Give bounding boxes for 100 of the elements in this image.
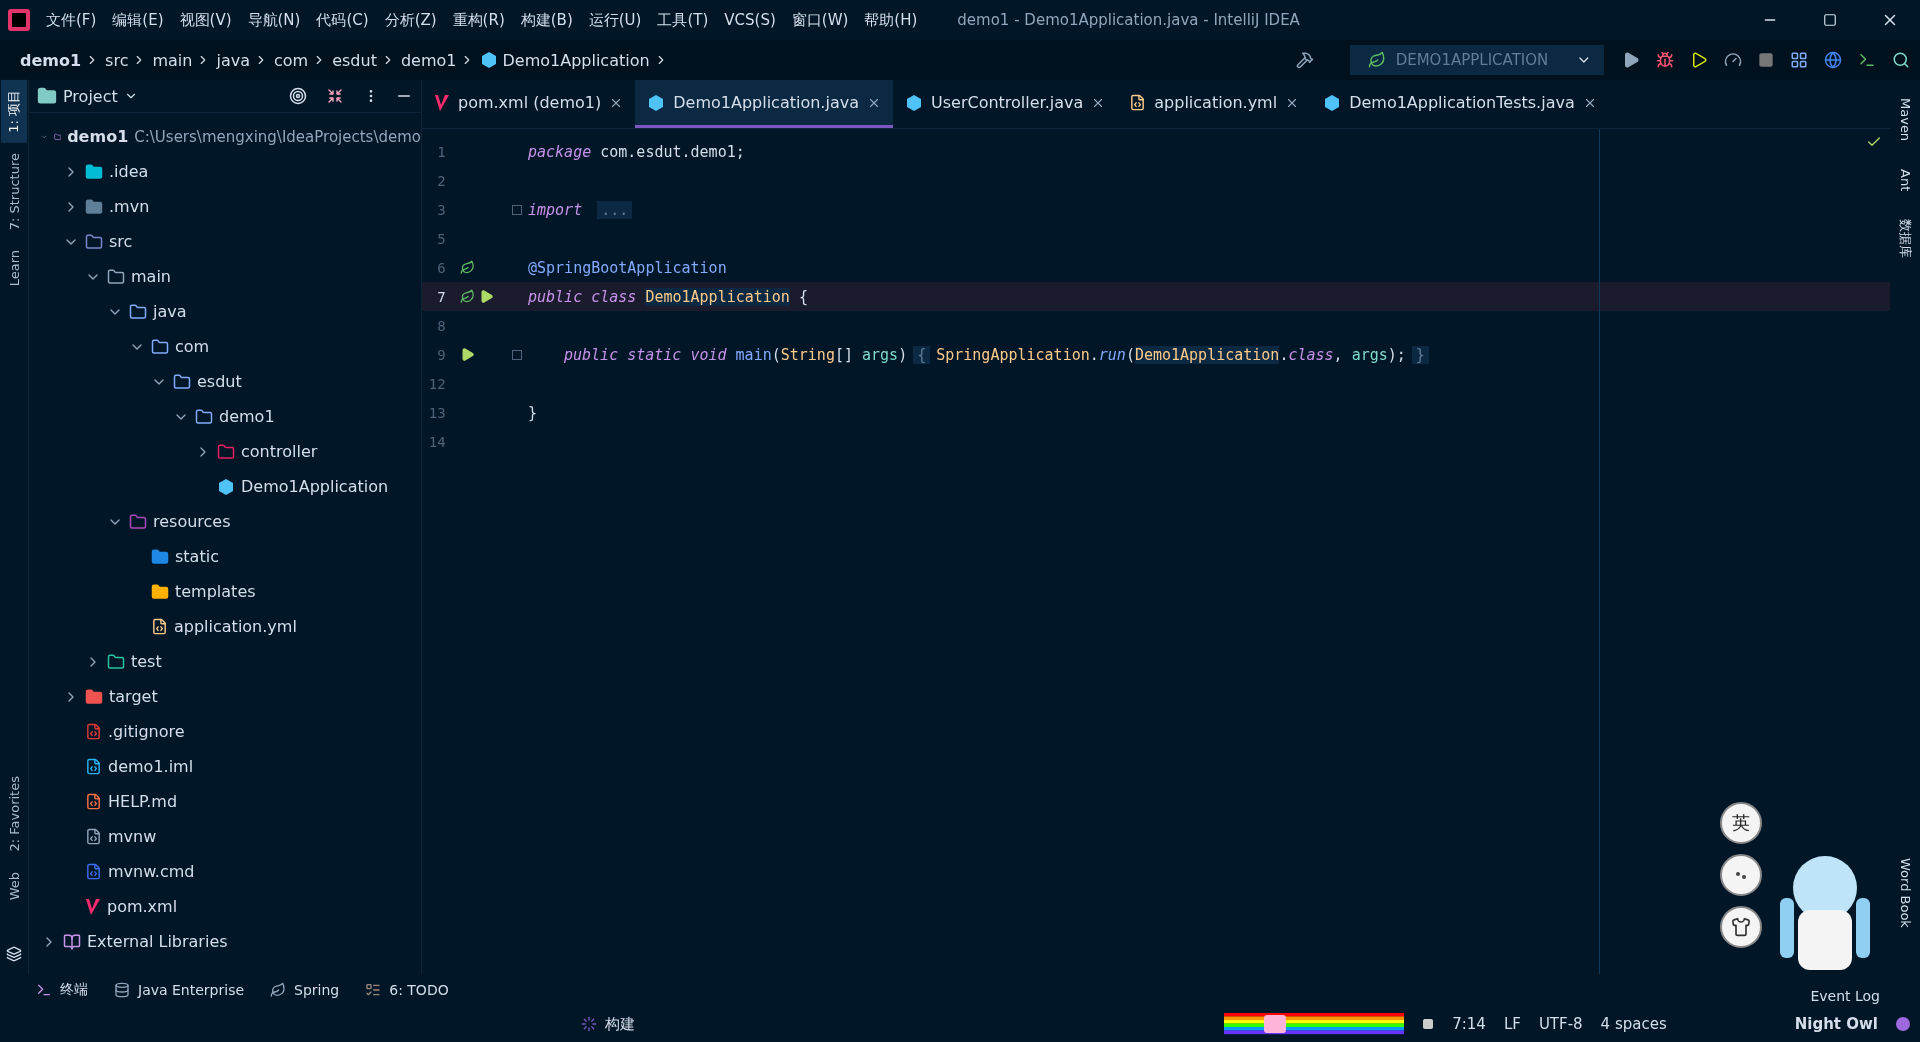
- tree-item[interactable]: pom.xml: [107, 897, 178, 916]
- tree-item[interactable]: com: [175, 337, 210, 356]
- menu-item[interactable]: 导航(N): [239, 10, 309, 30]
- locate-icon[interactable]: [289, 87, 307, 105]
- bean-icon[interactable]: [459, 260, 475, 275]
- terminal-icon[interactable]: [1858, 51, 1876, 69]
- debug-icon[interactable]: [1656, 51, 1674, 69]
- run-icon[interactable]: [1622, 51, 1640, 69]
- menu-item[interactable]: 工具(T): [649, 10, 717, 30]
- breadcrumb-item[interactable]: src: [105, 50, 129, 70]
- editor-tab[interactable]: Demo1ApplicationTests.java: [1311, 80, 1609, 128]
- breadcrumb-item[interactable]: Demo1Application: [502, 50, 650, 70]
- status-item[interactable]: 4 spaces: [1600, 1015, 1667, 1033]
- folder-icon: [85, 687, 103, 706]
- tree-item[interactable]: .mvn: [109, 197, 150, 216]
- search-icon[interactable]: [1892, 51, 1910, 69]
- tool-window-tab[interactable]: Maven: [1897, 92, 1913, 148]
- run-gutter-icon[interactable]: [478, 289, 494, 304]
- editor-tab[interactable]: application.yml: [1117, 80, 1312, 128]
- menu-item[interactable]: 文件(F): [38, 10, 105, 30]
- class-icon: [480, 51, 499, 69]
- tool-window-tab[interactable]: Web: [2, 861, 26, 910]
- tree-item[interactable]: demo1: [67, 127, 129, 146]
- breadcrumb-item[interactable]: main: [152, 50, 193, 70]
- restore-icon[interactable]: [1823, 13, 1837, 27]
- tree-item[interactable]: static: [175, 547, 219, 566]
- tool-window-tab[interactable]: 7: Structure: [2, 142, 26, 241]
- run-gutter-icon[interactable]: [459, 347, 475, 362]
- tool-window-tab[interactable]: 数据库: [1896, 213, 1914, 265]
- status-dot: [1896, 1017, 1910, 1031]
- layers-icon[interactable]: [6, 946, 22, 962]
- panel-title[interactable]: Project: [63, 86, 118, 106]
- tree-item[interactable]: External Libraries: [87, 932, 228, 951]
- language-button[interactable]: 英: [1720, 802, 1762, 844]
- event-log-button[interactable]: Event Log: [1810, 988, 1880, 1004]
- folder-icon: [85, 232, 103, 251]
- tree-item[interactable]: mvnw: [108, 827, 157, 846]
- status-item[interactable]: UTF-8: [1538, 1015, 1583, 1033]
- editor-tab[interactable]: pom.xml (demo1): [422, 80, 636, 128]
- code-line: public class Demo1Application {: [528, 287, 808, 306]
- build-icon[interactable]: [1296, 51, 1314, 69]
- fold-icon[interactable]: [512, 349, 522, 360]
- status-item[interactable]: 7:14: [1452, 1015, 1486, 1033]
- tool-window-tab[interactable]: Ant: [1897, 163, 1913, 198]
- tree-item[interactable]: .idea: [109, 162, 149, 181]
- fold-icon[interactable]: [512, 204, 522, 215]
- maven-icon: [85, 897, 101, 916]
- collapse-all-icon[interactable]: [327, 88, 343, 104]
- menu-item[interactable]: 运行(U): [580, 10, 650, 30]
- tree-item[interactable]: mvnw.cmd: [108, 862, 195, 881]
- tree-item[interactable]: resources: [153, 512, 231, 531]
- file-icon: [85, 723, 102, 740]
- menu-item[interactable]: 分析(Z): [376, 10, 445, 30]
- menu-item[interactable]: 构建(B): [512, 10, 581, 30]
- tool-window-tab[interactable]: Word Book: [1897, 852, 1913, 934]
- status-item[interactable]: LF: [1503, 1015, 1521, 1033]
- tool-window-tab[interactable]: 2: Favorites: [2, 766, 26, 862]
- tree-item[interactable]: application.yml: [174, 617, 297, 636]
- tree-item[interactable]: test: [131, 652, 162, 671]
- tree-item[interactable]: Demo1Application: [241, 477, 389, 496]
- tool-window-button[interactable]: 终端: [60, 981, 88, 999]
- tree-item[interactable]: templates: [175, 582, 256, 601]
- tree-item[interactable]: src: [109, 232, 133, 251]
- menu-item[interactable]: 窗口(W): [783, 10, 857, 30]
- bean-icon[interactable]: [459, 289, 475, 304]
- tree-item[interactable]: controller: [241, 442, 318, 461]
- tool-window-button[interactable]: 6: TODO: [389, 982, 449, 998]
- tree-item[interactable]: main: [131, 267, 171, 286]
- editor-tab[interactable]: Demo1Application.java: [635, 80, 893, 128]
- menu-item[interactable]: 重构(R): [444, 10, 513, 30]
- breadcrumb-item[interactable]: com: [274, 50, 309, 70]
- tool-window-button[interactable]: Spring: [294, 982, 340, 998]
- menu-item[interactable]: 代码(C): [308, 10, 377, 30]
- breadcrumb-item[interactable]: esdut: [332, 50, 377, 70]
- shirt-button[interactable]: [1720, 906, 1762, 948]
- theme-name[interactable]: Night Owl: [1794, 1015, 1878, 1033]
- menu-item[interactable]: VCS(S): [716, 11, 784, 29]
- stop-icon[interactable]: [1422, 1018, 1435, 1030]
- breadcrumb-item[interactable]: demo1: [400, 50, 457, 70]
- grid-icon[interactable]: [1790, 51, 1808, 69]
- menu-item[interactable]: 视图(V): [171, 10, 240, 30]
- breadcrumb-item[interactable]: java: [216, 50, 250, 70]
- tree-item[interactable]: demo1.iml: [108, 757, 194, 776]
- code-line: }: [528, 403, 538, 422]
- menu-item[interactable]: 编辑(E): [104, 10, 172, 30]
- file-icon: [85, 758, 102, 775]
- menu-item[interactable]: 帮助(H): [856, 10, 926, 30]
- tool-window-tab[interactable]: 1: 项目: [1, 80, 27, 143]
- dots-button[interactable]: [1720, 854, 1762, 896]
- tool-window-tab[interactable]: Learn: [2, 240, 26, 297]
- tree-item[interactable]: .gitignore: [108, 722, 185, 741]
- tree-item[interactable]: esdut: [197, 372, 242, 391]
- tree-item[interactable]: target: [109, 687, 158, 706]
- breadcrumb-item[interactable]: demo1: [20, 50, 82, 70]
- tree-item[interactable]: java: [153, 302, 187, 321]
- shirt-icon: [1731, 917, 1751, 937]
- tree-item[interactable]: HELP.md: [108, 792, 178, 811]
- editor-tab[interactable]: UserController.java: [893, 80, 1118, 128]
- tool-window-button[interactable]: Java Enterprise: [138, 982, 245, 998]
- tree-item[interactable]: demo1: [219, 407, 275, 426]
